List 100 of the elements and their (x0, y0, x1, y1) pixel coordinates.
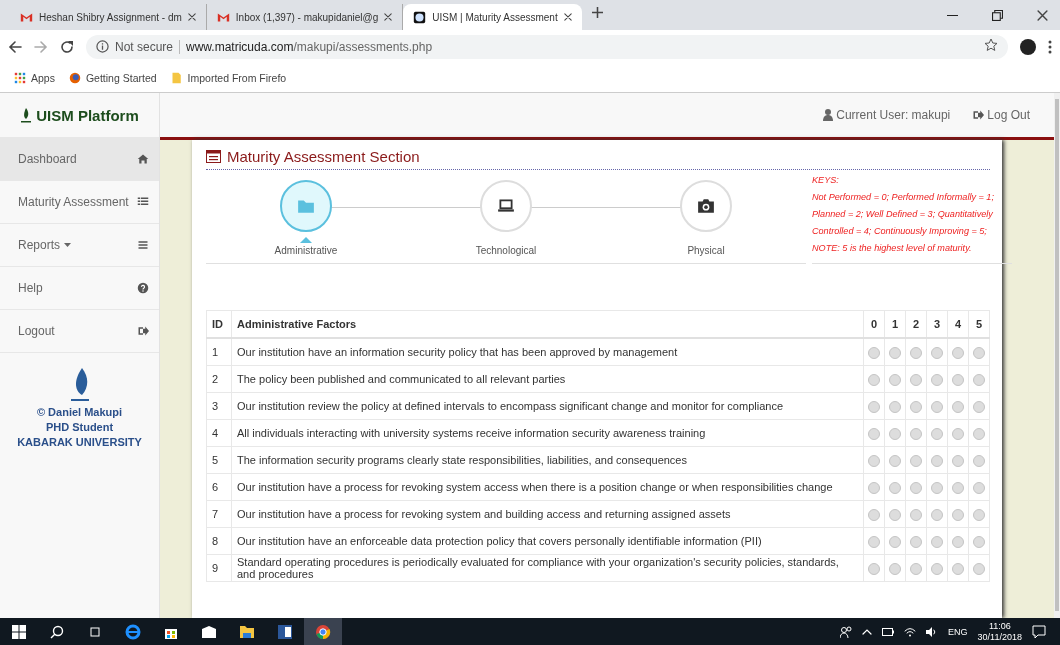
browser-e-icon[interactable] (125, 623, 141, 640)
radio-button[interactable] (889, 346, 901, 359)
bookmark-link[interactable]: Apps (14, 71, 55, 84)
radio-button[interactable] (889, 427, 901, 440)
sidebar-item[interactable]: Help (0, 267, 159, 310)
restore-icon[interactable] (992, 9, 1003, 21)
browser-tab[interactable]: Heshan Shibry Assignment - dm (10, 4, 207, 30)
radio-button[interactable] (889, 535, 901, 548)
radio-button[interactable] (931, 535, 943, 548)
new-tab-icon[interactable] (591, 7, 603, 18)
radio-button[interactable] (952, 454, 964, 467)
radio-button[interactable] (868, 400, 880, 413)
radio-button[interactable] (889, 481, 901, 494)
battery-icon[interactable] (882, 627, 895, 636)
radio-button[interactable] (931, 562, 943, 575)
reload-icon[interactable] (60, 39, 74, 54)
radio-button[interactable] (910, 481, 922, 494)
sidebar-item[interactable]: Maturity Assessment (0, 181, 159, 224)
back-arrow-icon[interactable] (8, 39, 22, 54)
radio-button[interactable] (973, 346, 985, 359)
search-icon[interactable] (50, 624, 64, 639)
radio-button[interactable] (910, 346, 922, 359)
radio-button[interactable] (931, 400, 943, 413)
radio-button[interactable] (973, 400, 985, 413)
forward-arrow-icon[interactable] (34, 39, 48, 54)
radio-button[interactable] (952, 346, 964, 359)
start-windows-icon[interactable] (12, 624, 26, 639)
envelope-icon[interactable] (201, 624, 217, 639)
radio-button[interactable] (889, 562, 901, 575)
radio-button[interactable] (889, 373, 901, 386)
ball-icon[interactable] (315, 623, 331, 640)
sidebar-item[interactable]: Dashboard (0, 138, 159, 181)
task-view-icon[interactable] (88, 624, 102, 639)
radio-button[interactable] (910, 508, 922, 521)
profile-avatar[interactable] (1020, 38, 1036, 55)
taskbar-button[interactable] (304, 618, 342, 645)
radio-button[interactable] (910, 562, 922, 575)
bookmark-link[interactable]: Imported From Firefo (170, 71, 287, 84)
close-tab-icon[interactable] (187, 13, 196, 21)
star-icon[interactable] (984, 38, 998, 52)
radio-button[interactable] (868, 427, 880, 440)
radio-button[interactable] (952, 535, 964, 548)
people-icon[interactable] (840, 625, 853, 638)
radio-button[interactable] (952, 508, 964, 521)
radio-button[interactable] (868, 454, 880, 467)
radio-button[interactable] (931, 346, 943, 359)
radio-button[interactable] (931, 481, 943, 494)
radio-button[interactable] (868, 346, 880, 359)
radio-button[interactable] (931, 373, 943, 386)
radio-button[interactable] (910, 535, 922, 548)
address-bar[interactable]: Not secure www.matricuda.com/makupi/assessments.php (86, 34, 1008, 59)
radio-button[interactable] (931, 454, 943, 467)
radio-button[interactable] (931, 427, 943, 440)
radio-button[interactable] (868, 535, 880, 548)
radio-button[interactable] (910, 400, 922, 413)
logout-link[interactable]: Log Out (972, 108, 1030, 122)
radio-button[interactable] (931, 508, 943, 521)
step-label[interactable]: Technological (475, 245, 537, 256)
more-menu-icon[interactable] (1048, 39, 1052, 54)
radio-button[interactable] (910, 454, 922, 467)
radio-button[interactable] (868, 481, 880, 494)
word-document-icon[interactable] (277, 623, 293, 640)
step-label[interactable]: Administrative (274, 245, 338, 256)
radio-button[interactable] (952, 400, 964, 413)
radio-button[interactable] (973, 508, 985, 521)
browser-tab[interactable]: UISM | Maturity Assessment (403, 4, 582, 30)
folder-icon[interactable] (239, 624, 255, 639)
wifi-icon[interactable] (904, 626, 917, 637)
chevron-up-icon[interactable] (862, 628, 873, 635)
radio-button[interactable] (868, 373, 880, 386)
sidebar-item[interactable]: Logout (0, 310, 159, 353)
bookmark-link[interactable]: Getting Started (68, 71, 157, 84)
radio-button[interactable] (952, 562, 964, 575)
notifications-icon[interactable] (1032, 624, 1046, 639)
radio-button[interactable] (973, 427, 985, 440)
radio-button[interactable] (910, 427, 922, 440)
radio-button[interactable] (952, 481, 964, 494)
radio-button[interactable] (973, 373, 985, 386)
speaker-icon[interactable] (926, 626, 939, 637)
radio-button[interactable] (973, 562, 985, 575)
radio-button[interactable] (973, 535, 985, 548)
radio-button[interactable] (973, 454, 985, 467)
close-tab-icon[interactable] (563, 13, 572, 21)
radio-button[interactable] (868, 508, 880, 521)
close-window-icon[interactable] (1037, 9, 1048, 21)
step-label[interactable]: Physical (687, 245, 725, 256)
sidebar-item[interactable]: Reports (0, 224, 159, 267)
step-circle[interactable] (480, 180, 532, 232)
radio-button[interactable] (973, 481, 985, 494)
radio-button[interactable] (952, 373, 964, 386)
scrollbar-thumb[interactable] (1055, 99, 1059, 611)
language-label[interactable]: ENG (948, 626, 968, 637)
radio-button[interactable] (910, 373, 922, 386)
radio-button[interactable] (952, 427, 964, 440)
radio-button[interactable] (889, 400, 901, 413)
radio-button[interactable] (868, 562, 880, 575)
radio-button[interactable] (889, 508, 901, 521)
radio-button[interactable] (889, 454, 901, 467)
step-circle[interactable] (680, 180, 732, 232)
close-tab-icon[interactable] (384, 13, 393, 21)
